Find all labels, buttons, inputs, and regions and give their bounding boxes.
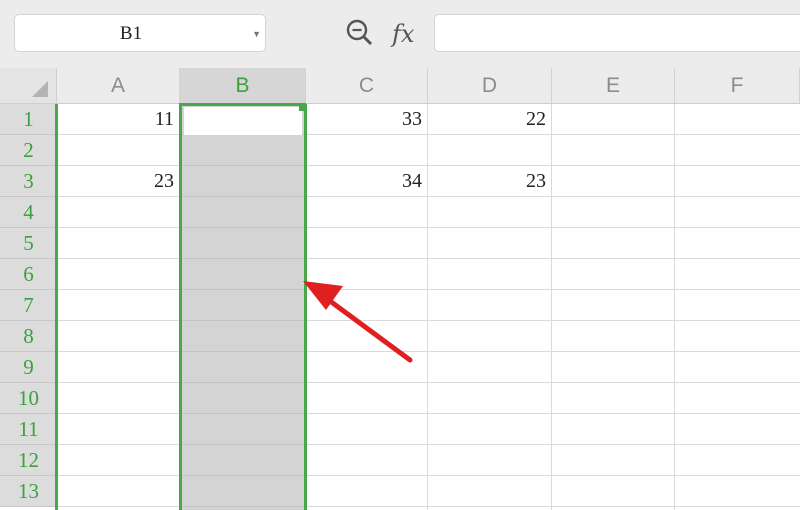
- formula-input[interactable]: [434, 14, 800, 52]
- column-gridline: [427, 104, 428, 510]
- row-header-1[interactable]: 1: [0, 104, 57, 135]
- row-gridline: [57, 320, 800, 321]
- row-gridline: [57, 444, 800, 445]
- formula-bar: B1 ▼ fx: [0, 0, 800, 68]
- row-gridline-selected: [180, 196, 306, 197]
- row-header-9[interactable]: 9: [0, 352, 57, 383]
- row-header-4[interactable]: 4: [0, 197, 57, 228]
- column-gridline: [551, 104, 552, 510]
- active-cell-b1[interactable]: [184, 107, 302, 135]
- column-header-f[interactable]: F: [675, 68, 800, 104]
- row-header-selection-edge: [55, 104, 58, 510]
- selection-left-edge: [179, 104, 182, 510]
- selection-right-edge[interactable]: [304, 104, 307, 510]
- row-gridline: [57, 258, 800, 259]
- row-gridline-selected: [180, 413, 306, 414]
- cell-d3[interactable]: 23: [428, 166, 552, 197]
- row-gridline-selected: [180, 351, 306, 352]
- fx-icon[interactable]: fx: [392, 17, 414, 51]
- cell-c1[interactable]: 33: [306, 104, 428, 135]
- row-header-7[interactable]: 7: [0, 290, 57, 321]
- fill-handle[interactable]: [299, 104, 306, 111]
- row-gridline: [57, 289, 800, 290]
- row-gridline-selected: [180, 382, 306, 383]
- row-header-8[interactable]: 8: [0, 321, 57, 352]
- row-gridline-selected: [180, 258, 306, 259]
- column-gridline: [674, 104, 675, 510]
- row-gridline: [57, 351, 800, 352]
- row-gridline: [57, 382, 800, 383]
- cell-c3[interactable]: 34: [306, 166, 428, 197]
- row-header-2[interactable]: 2: [0, 135, 57, 166]
- row-gridline: [57, 475, 800, 476]
- selection-top-edge: [179, 103, 306, 106]
- zoom-in-icon[interactable]: [345, 18, 375, 48]
- row-gridline-selected: [180, 227, 306, 228]
- name-box-value: B1: [119, 23, 143, 44]
- row-header-3[interactable]: 3: [0, 166, 57, 197]
- column-header-a[interactable]: A: [57, 68, 180, 104]
- row-gridline-selected: [180, 475, 306, 476]
- cell-a1[interactable]: 11: [57, 104, 180, 135]
- row-gridline-selected: [180, 444, 306, 445]
- column-header-d[interactable]: D: [428, 68, 552, 104]
- spreadsheet-grid: A B C D E F 1 2 3 4 5 6 7 8 9 10 11 12 13 11 33 22 23 34 23: [0, 68, 800, 510]
- chevron-down-icon[interactable]: ▼: [252, 15, 261, 53]
- row-gridline-selected: [180, 506, 306, 507]
- row-gridline: [57, 413, 800, 414]
- row-header-5[interactable]: 5: [0, 228, 57, 259]
- column-header-e[interactable]: E: [552, 68, 675, 104]
- row-header-10[interactable]: 10: [0, 383, 57, 414]
- column-header-c[interactable]: C: [306, 68, 428, 104]
- row-gridline-selected: [180, 320, 306, 321]
- row-header-11[interactable]: 11: [0, 414, 57, 445]
- column-header-b[interactable]: B: [180, 68, 306, 104]
- row-gridline: [57, 506, 800, 507]
- row-gridline-selected: [180, 165, 306, 166]
- row-header-12[interactable]: 12: [0, 445, 57, 476]
- select-all-triangle-icon: [32, 81, 48, 97]
- name-box[interactable]: B1 ▼: [14, 14, 266, 52]
- cell-a3[interactable]: 23: [57, 166, 180, 197]
- select-all-corner[interactable]: [0, 68, 57, 104]
- row-header-6[interactable]: 6: [0, 259, 57, 290]
- row-header-13[interactable]: 13: [0, 476, 57, 507]
- cell-d1[interactable]: 22: [428, 104, 552, 135]
- row-gridline-selected: [180, 289, 306, 290]
- row-gridline: [57, 227, 800, 228]
